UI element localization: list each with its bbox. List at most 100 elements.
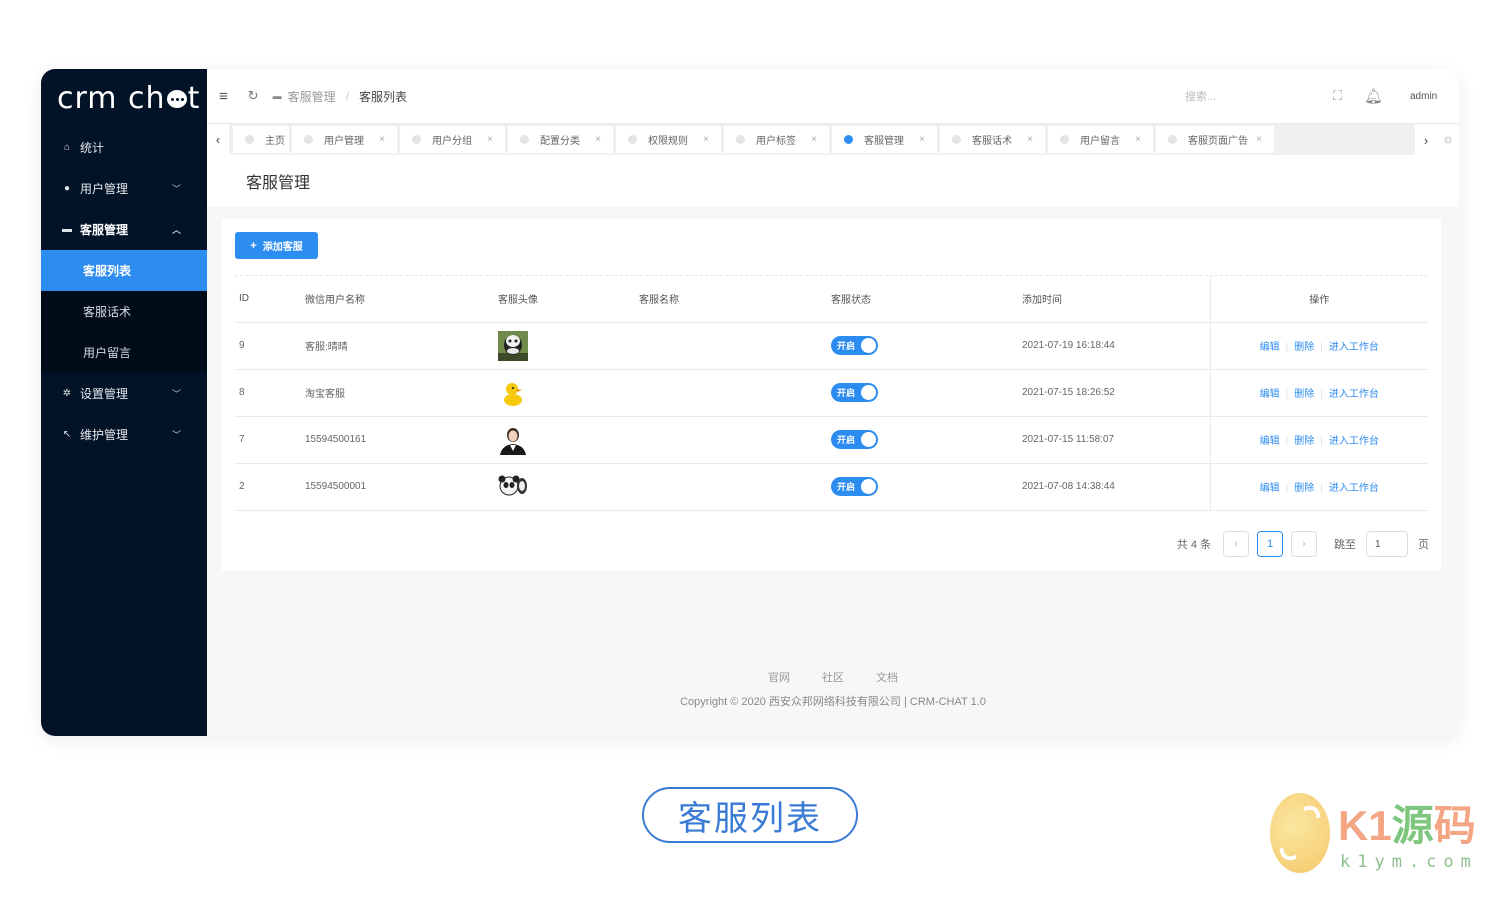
tabs-scroll-right-icon[interactable]: › xyxy=(1415,124,1437,156)
main-area: ≡ ↻ ▬ 客服管理 / 客服列表 搜索... ⛶ 🔔︎ admin ‹ 主页用… xyxy=(207,69,1459,736)
tab-item[interactable]: 客服页面广告 × xyxy=(1156,126,1274,153)
footer-links: 官网 社区 文档 xyxy=(207,669,1459,685)
sidebar-item-label: 客服管理 xyxy=(80,223,129,237)
sidebar-item-label: 设置管理 xyxy=(80,387,129,401)
column-header-wechat-name: 微信用户名称 xyxy=(301,276,494,323)
cell-status: 开启 xyxy=(827,416,1018,464)
search-input[interactable]: 搜索... xyxy=(1185,88,1216,104)
watermark-url: k1ym.com xyxy=(1340,852,1478,872)
tab-item[interactable]: 用户管理 × xyxy=(292,126,397,153)
cell-id: 2 xyxy=(235,463,301,511)
tab-item[interactable]: 主页 xyxy=(233,126,289,153)
tab-status-dot-icon xyxy=(952,135,961,144)
user-icon: ● xyxy=(63,183,71,194)
enter-workbench-link[interactable]: 进入工作台 xyxy=(1329,342,1379,353)
status-toggle-label: 开启 xyxy=(837,435,856,445)
status-toggle-label: 开启 xyxy=(837,482,856,492)
cell-avatar xyxy=(494,322,635,370)
tab-status-dot-icon xyxy=(412,135,421,144)
table-row: 9 客服:晴晴 开启 2021-07-19 16:18:44 编辑 | 删除 | 进入工作台 xyxy=(235,322,1428,370)
sidebar: crm ch t ⌂ 统计 ● 用户管理 ﹀ ▬ 客服管理 ︿ 客服列表 客服话术… xyxy=(41,69,207,736)
tab-close-icon[interactable]: × xyxy=(379,134,385,145)
tab-item[interactable]: 配置分类 × xyxy=(508,126,613,153)
sidebar-item-stats[interactable]: ⌂ 统计 xyxy=(41,127,207,168)
tab-close-icon[interactable]: × xyxy=(487,134,493,145)
footer-link-website[interactable]: 官网 xyxy=(768,669,790,685)
add-service-label: 添加客服 xyxy=(262,242,303,253)
edit-link[interactable]: 编辑 xyxy=(1260,389,1280,400)
tab-close-icon[interactable]: × xyxy=(811,134,817,145)
tab-item[interactable]: 权限规则 × xyxy=(616,126,721,153)
delete-link[interactable]: 删除 xyxy=(1294,436,1314,447)
fullscreen-icon[interactable]: ⛶ xyxy=(1333,88,1342,104)
pagination-next-button[interactable]: › xyxy=(1291,531,1317,557)
status-toggle[interactable]: 开启 xyxy=(831,477,878,496)
status-toggle[interactable]: 开启 xyxy=(831,336,878,355)
breadcrumb-separator: / xyxy=(345,89,350,103)
bell-icon[interactable]: 🔔︎ xyxy=(1364,87,1383,105)
tabs-scroll-left-icon[interactable]: ‹ xyxy=(207,123,229,156)
delete-link[interactable]: 删除 xyxy=(1294,389,1314,400)
pagination-prev-button[interactable]: ‹ xyxy=(1223,531,1249,557)
status-toggle[interactable]: 开启 xyxy=(831,430,878,449)
tab-close-icon[interactable]: × xyxy=(1027,134,1033,145)
cell-wechat-name: 15594500161 xyxy=(301,416,494,464)
tab-status-dot-icon xyxy=(736,135,745,144)
home-icon: ⌂ xyxy=(63,142,71,153)
tabs-bar: ‹ 主页 用户管理 × 用户分组 × 配置分类 × 权限规则 × 用户标签 × 客服管理 × 客服话术 × 用… xyxy=(207,123,1459,156)
pagination-page-button[interactable]: 1 xyxy=(1257,531,1283,557)
tab-close-icon[interactable]: × xyxy=(1256,134,1262,145)
cell-time: 2021-07-08 14:38:44 xyxy=(1018,463,1210,511)
edit-link[interactable]: 编辑 xyxy=(1260,342,1280,353)
sidebar-item-service[interactable]: ▬ 客服管理 ︿ xyxy=(41,209,207,250)
chevron-down-icon: ﹀ xyxy=(171,184,181,194)
tab-close-icon[interactable]: × xyxy=(919,134,925,145)
tab-close-icon[interactable]: × xyxy=(703,134,709,145)
refresh-icon[interactable]: ↻ xyxy=(248,88,259,104)
cell-status: 开启 xyxy=(827,369,1018,417)
action-separator: | xyxy=(1285,389,1289,400)
tabs-menu-icon[interactable]: ⊙ xyxy=(1437,124,1459,156)
menu-toggle-icon[interactable]: ≡ xyxy=(219,88,228,105)
column-header-id: ID xyxy=(235,276,301,323)
tab-item[interactable]: 客服管理 × xyxy=(832,126,937,153)
edit-link[interactable]: 编辑 xyxy=(1260,483,1280,494)
cell-time: 2021-07-15 18:26:52 xyxy=(1018,369,1210,417)
sidebar-subitem-scripts[interactable]: 客服话术 xyxy=(41,291,207,332)
tab-close-icon[interactable]: × xyxy=(595,134,601,145)
sidebar-subitem-service-list[interactable]: 客服列表 xyxy=(41,250,207,291)
action-separator: | xyxy=(1320,436,1323,447)
edit-link[interactable]: 编辑 xyxy=(1260,436,1280,447)
sidebar-item-settings[interactable]: ✲ 设置管理 ﹀ xyxy=(41,373,207,414)
cell-name xyxy=(635,416,827,464)
cell-id: 9 xyxy=(235,322,301,370)
chat-icon: ▬ xyxy=(272,91,282,101)
tab-item[interactable]: 用户分组 × xyxy=(400,126,505,153)
enter-workbench-link[interactable]: 进入工作台 xyxy=(1329,436,1379,447)
tab-item[interactable]: 用户标签 × xyxy=(724,126,829,153)
logo: crm ch t xyxy=(57,80,201,116)
tab-close-icon[interactable]: × xyxy=(1135,134,1141,145)
enter-workbench-link[interactable]: 进入工作台 xyxy=(1329,389,1379,400)
sidebar-item-maintenance[interactable]: ↖ 维护管理 ﹀ xyxy=(41,414,207,455)
enter-workbench-link[interactable]: 进入工作台 xyxy=(1329,483,1379,494)
add-service-button[interactable]: + 添加客服 xyxy=(235,232,318,259)
footer-link-community[interactable]: 社区 xyxy=(822,669,844,685)
tab-label: 配置分类 xyxy=(540,136,580,147)
status-toggle[interactable]: 开启 xyxy=(831,383,878,402)
tab-status-dot-icon xyxy=(304,135,313,144)
delete-link[interactable]: 删除 xyxy=(1294,483,1314,494)
breadcrumb-item[interactable]: 客服管理 xyxy=(288,88,336,105)
sidebar-subitem-messages[interactable]: 用户留言 xyxy=(41,332,207,373)
tab-label: 客服页面广告 xyxy=(1188,136,1248,147)
service-table: ID 微信用户名称 客服头像 客服名称 客服状态 添加时间 操作 9 客服:晴晴开… xyxy=(235,276,1428,511)
tab-item[interactable]: 客服话术 × xyxy=(940,126,1045,153)
tab-label: 权限规则 xyxy=(648,136,688,147)
sidebar-item-users[interactable]: ● 用户管理 ﹀ xyxy=(41,168,207,209)
user-menu[interactable]: admin xyxy=(1410,91,1437,102)
footer-link-docs[interactable]: 文档 xyxy=(876,669,898,685)
pagination-jump-input[interactable] xyxy=(1366,531,1408,557)
breadcrumb: ▬ 客服管理 / 客服列表 xyxy=(273,88,407,105)
tab-item[interactable]: 用户留言 × xyxy=(1048,126,1153,153)
delete-link[interactable]: 删除 xyxy=(1294,342,1314,353)
